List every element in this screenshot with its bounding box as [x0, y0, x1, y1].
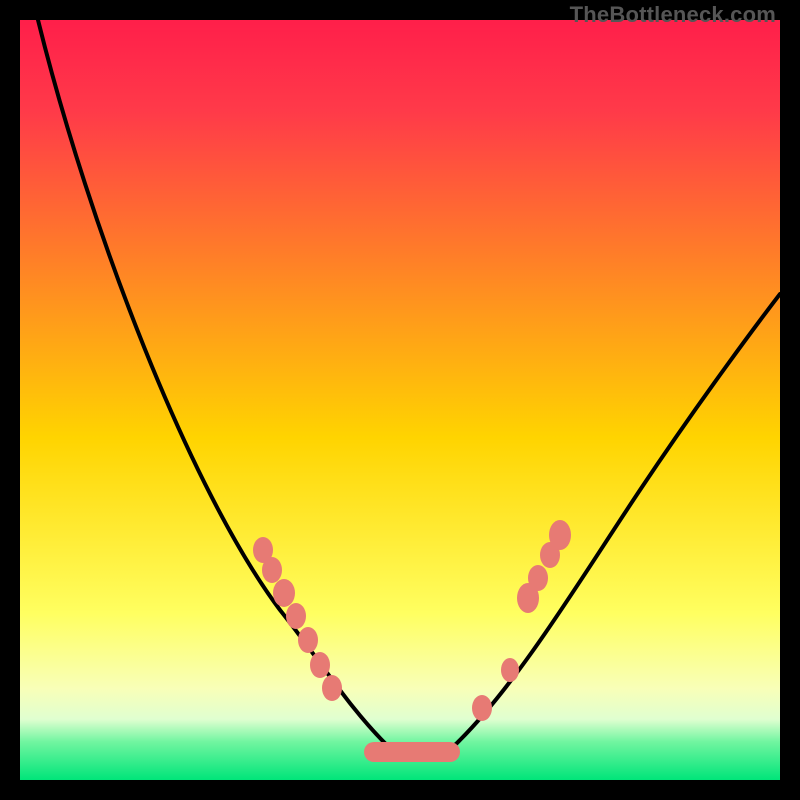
gradient-background	[20, 20, 780, 780]
markers-bottom	[364, 742, 460, 762]
watermark-text: TheBottleneck.com	[570, 2, 776, 28]
chart-frame	[20, 20, 780, 780]
bottleneck-chart	[20, 20, 780, 780]
